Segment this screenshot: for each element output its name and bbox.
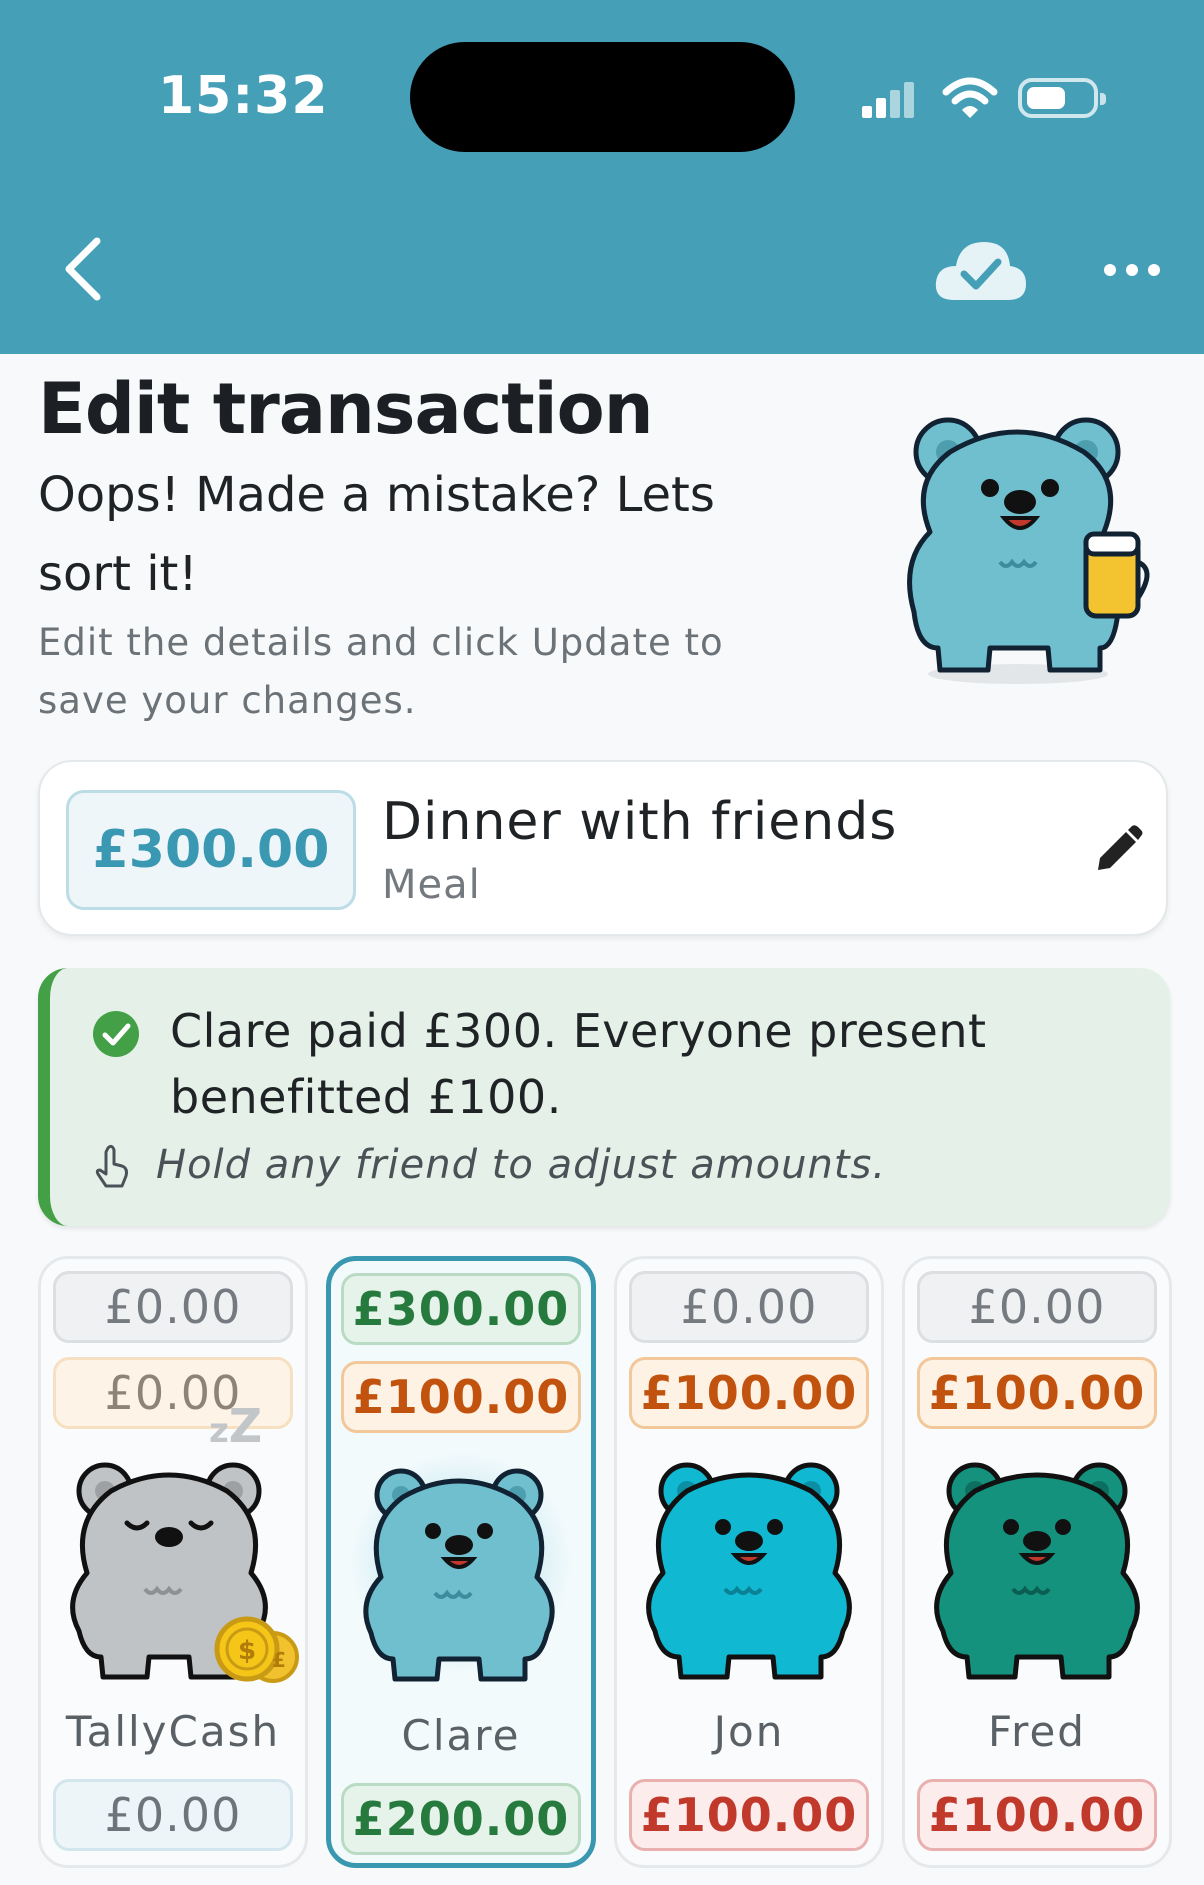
paid-amount-chip[interactable]: £300.00 <box>341 1273 581 1345</box>
benefit-amount-chip[interactable]: £100.00 <box>629 1357 869 1429</box>
sleeping-zz-icon: zZ <box>209 1399 263 1453</box>
wifi-icon <box>942 77 998 118</box>
balance-amount-chip: £100.00 <box>629 1779 869 1851</box>
clare-bear-avatar <box>349 1453 573 1682</box>
split-summary-text: Clare paid £300. Everyone present benefi… <box>170 1004 987 1124</box>
transaction-category: Meal <box>382 862 481 908</box>
page-subtitle: Oops! Made a mistake? Lets sort it! <box>38 467 715 602</box>
paid-amount-chip[interactable]: £0.00 <box>917 1271 1157 1343</box>
dynamic-island <box>410 42 795 152</box>
friend-card-jon[interactable]: £0.00 £100.00 Jon £100.00 <box>614 1256 884 1868</box>
fred-bear-avatar <box>934 1462 1140 1680</box>
app-header: 15:32 <box>0 0 1204 354</box>
status-time: 15:32 <box>158 66 329 126</box>
split-summary-banner: Clare paid £300. Everyone present benefi… <box>38 968 1170 1226</box>
friend-name: Fred <box>988 1707 1086 1756</box>
transaction-summary-card[interactable]: £300.00 Dinner with friends Meal <box>38 760 1168 936</box>
check-circle-icon <box>93 1011 139 1057</box>
jon-bear-avatar <box>646 1462 852 1680</box>
friend-name: TallyCash <box>65 1707 281 1756</box>
transaction-description: Dinner with friends <box>382 792 898 852</box>
svg-text:£: £ <box>272 1648 286 1672</box>
cellular-signal-icon <box>862 80 924 118</box>
friend-card-fred[interactable]: £0.00 £100.00 Fred £100.00 <box>902 1256 1172 1868</box>
adjust-amounts-hint: Hold any friend to adjust amounts. <box>156 1142 887 1188</box>
friend-card-clare[interactable]: £300.00 £100.00 Clare £200.00 <box>326 1256 596 1868</box>
benefit-amount-chip[interactable]: £100.00 <box>917 1357 1157 1429</box>
friend-card-tallycash[interactable]: £0.00 £0.00 zZ $ £ TallyCash £0.00 <box>38 1256 308 1868</box>
cloud-check-icon[interactable] <box>932 236 1028 304</box>
paid-amount-chip[interactable]: £0.00 <box>53 1271 293 1343</box>
svg-text:$: $ <box>238 1636 256 1666</box>
balance-amount-chip: £100.00 <box>917 1779 1157 1851</box>
transaction-amount[interactable]: £300.00 <box>66 790 356 910</box>
bear-mascot-with-beer-illustration <box>907 417 1150 684</box>
back-button[interactable] <box>58 234 108 304</box>
balance-amount-chip: £0.00 <box>53 1779 293 1851</box>
page-title: Edit transaction <box>38 368 654 450</box>
hand-pointer-icon <box>95 1144 128 1188</box>
chevron-left-icon <box>65 237 101 301</box>
benefit-amount-chip[interactable]: £100.00 <box>341 1361 581 1433</box>
pencil-icon[interactable] <box>1090 824 1144 878</box>
page-help-text: Edit the details and click Update to sav… <box>38 621 724 722</box>
more-horizontal-icon <box>1104 264 1116 276</box>
battery-icon <box>1018 78 1106 118</box>
paid-amount-chip[interactable]: £0.00 <box>629 1271 869 1343</box>
balance-amount-chip: £200.00 <box>341 1783 581 1855</box>
coins-icon: $ £ <box>214 1616 299 1683</box>
more-options-button[interactable] <box>1104 258 1160 282</box>
friend-name: Clare <box>401 1711 521 1760</box>
friend-name: Jon <box>713 1707 785 1756</box>
